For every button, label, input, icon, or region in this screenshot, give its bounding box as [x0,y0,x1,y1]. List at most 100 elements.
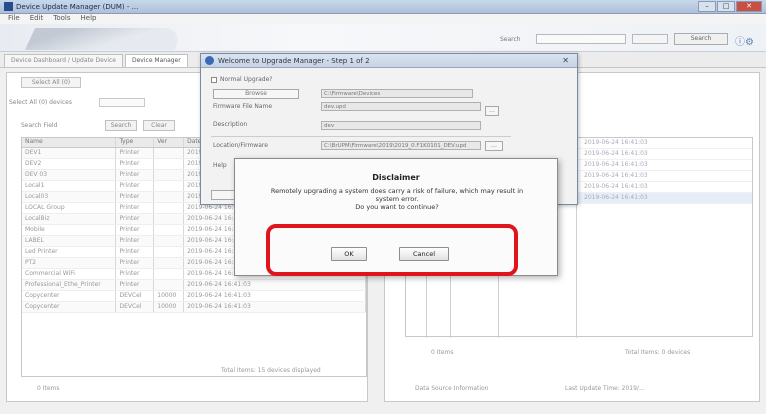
table-cell: PT2 [22,258,117,268]
table-cell: Local03 [22,192,117,202]
wizard-close-icon[interactable]: ✕ [562,56,569,65]
search-button[interactable]: Search [674,33,728,45]
column-type[interactable]: Type [116,138,155,147]
search-input[interactable] [536,34,626,44]
maximize-button[interactable]: □ [717,1,735,12]
filter-clear-button[interactable]: Clear [143,120,175,131]
filter-label: Search Field [21,122,58,129]
table-cell: Printer [116,181,155,191]
location-browse-button[interactable]: ... [485,141,503,151]
table-cell: 10000 [154,302,185,312]
description-field[interactable]: dev [321,121,481,130]
table-cell: LABEL [22,236,117,246]
firmware-file-field[interactable]: dev.upd [321,102,481,111]
location-label: Location/Firmware [213,142,268,149]
table-cell: DEVCel [116,302,155,312]
column-name[interactable]: Name [22,138,117,147]
menu-tools[interactable]: Tools [53,14,70,24]
table-cell: 2019-06-24 16:41:03 [184,302,367,312]
target-total-label: Total Items: 0 devices [625,349,691,356]
table-cell [154,148,185,158]
table-cell: Commercial WiFi [22,269,117,279]
table-cell: Mobile [22,225,117,235]
filter-search-button[interactable]: Search [105,120,137,131]
select-all-button[interactable]: Select All (0) [21,77,81,88]
disclaimer-line-2: system error. [375,195,419,203]
table-cell: Copycenter [22,291,117,301]
select-all-field[interactable] [99,98,145,107]
table-cell: DEV1 [22,148,117,158]
table-cell: Printer [116,269,155,279]
data-source-label: Data Source Information [415,385,489,392]
table-row[interactable]: Professional_Ethe_Printer Printer 2019-06-… [22,280,367,291]
menubar: File Edit Tools Help [0,14,766,24]
wizard-title: Welcome to Upgrade Manager - Step 1 of 2 [218,56,370,65]
table-cell [154,280,185,290]
search-scope-select[interactable] [632,34,668,44]
table-cell: Printer [116,247,155,257]
table-cell: Printer [116,225,155,235]
table-cell: 2019-06-24 16:41:03 [184,280,367,290]
minimize-button[interactable]: – [698,1,716,12]
banner: Search Search ⓘ⚙ [0,24,766,52]
table-cell: DEV 03 [22,170,117,180]
last-update-label: Last Update Time: 2019/... [565,385,645,392]
column-version[interactable]: Ver [154,138,185,147]
table-cell: Copycenter [22,302,117,312]
table-cell [154,269,185,279]
firmware-path-field[interactable]: C:\Firmware\Devices [321,89,473,98]
firmware-file-label: Firmware File Name [213,103,273,110]
disclaimer-line-1: Remotely upgrading a system does carry a… [270,187,524,195]
brand-logo [24,28,186,50]
table-cell: 2019-06-24 16:41:03 [184,291,367,301]
table-row[interactable]: Copycenter DEVCel 10000 2019-06-24 16:41:03 [22,291,367,302]
menu-edit[interactable]: Edit [30,14,44,24]
disclaimer-line-3: Do you want to continue? [355,203,439,211]
table-cell: LOCAL Group [22,203,117,213]
item-count-label: 0 Items [37,385,60,392]
close-window-button[interactable]: ✕ [736,1,762,12]
table-cell: Printer [116,214,155,224]
table-cell: Printer [116,170,155,180]
location-field[interactable]: C:\BrUPM\Firmware\2019\2019_0.F1K0101_DE… [321,141,481,150]
table-cell: Local1 [22,181,117,191]
disclaimer-message: Remotely upgrading a system does carry a… [245,187,549,211]
browse-button[interactable]: Browse [213,89,299,99]
app-titlebar: Device Update Manager (DUM) - ... – □ ✕ [0,0,766,14]
table-cell: Printer [116,258,155,268]
help-icon[interactable]: ⓘ⚙ [735,33,754,48]
table-cell: Printer [116,236,155,246]
table-cell [154,258,185,268]
divider [211,136,511,137]
table-cell: Led Printer [22,247,117,257]
tab-device-dashboard[interactable]: Device Dashboard / Update Device [4,54,123,67]
table-cell: Professional_Ethe_Printer [22,280,117,290]
wizard-titlebar: Welcome to Upgrade Manager - Step 1 of 2 [201,54,577,68]
description-label: Description [213,121,248,128]
menu-help[interactable]: Help [81,14,97,24]
table-cell [154,225,185,235]
table-cell [154,181,185,191]
target-item-count: 0 Items [431,349,454,356]
checkbox-icon[interactable] [211,76,217,83]
table-cell [154,170,185,180]
normal-upgrade-label: Normal Upgrade? [220,76,273,83]
help-label: Help [213,162,227,169]
wizard-icon [205,56,214,65]
search-label: Search [500,36,521,43]
table-row[interactable]: Copycenter DEVCel 10000 2019-06-24 16:41:03 [22,302,367,313]
table-cell: Printer [116,280,155,290]
table-cell: Printer [116,159,155,169]
window-controls: – □ ✕ [698,1,762,12]
table-cell: Printer [116,148,155,158]
firmware-browse-button[interactable]: ... [485,106,499,116]
disclaimer-title: Disclaimer [372,173,420,182]
normal-upgrade-checkbox[interactable]: Normal Upgrade? [211,76,272,83]
tab-device-manager[interactable]: Device Manager [124,54,188,67]
menu-file[interactable]: File [8,14,20,24]
table-cell: 10000 [154,291,185,301]
table-cell: LocalBiz [22,214,117,224]
total-items-label: Total Items: 15 devices displayed [221,367,321,374]
table-cell [154,236,185,246]
app-icon [4,2,13,11]
